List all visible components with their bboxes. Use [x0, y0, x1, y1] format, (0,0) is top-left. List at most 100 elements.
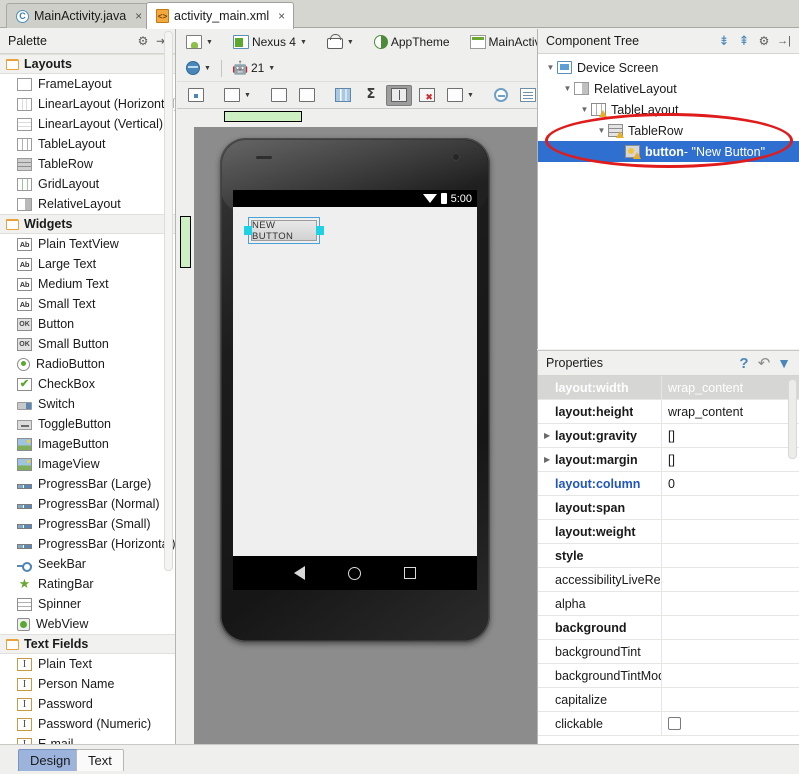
- palette-item-progressbar-large[interactable]: ProgressBar (Large): [0, 474, 175, 494]
- nav-home-icon[interactable]: [347, 566, 361, 580]
- property-value-cell[interactable]: []: [662, 424, 799, 447]
- tree-node-tablelayout[interactable]: ▼ TableLayout: [538, 99, 799, 120]
- property-value-cell[interactable]: [662, 496, 799, 519]
- palette-group-text-fields[interactable]: Text Fields: [0, 634, 175, 654]
- show-columns-button[interactable]: [330, 85, 356, 106]
- palette-item-progressbar-normal[interactable]: ProgressBar (Normal): [0, 494, 175, 514]
- palette-item-webview[interactable]: WebView: [0, 614, 175, 634]
- chevron-right-icon[interactable]: ▶: [544, 431, 555, 440]
- property-value-cell[interactable]: []: [662, 448, 799, 471]
- palette-item-imagebutton[interactable]: ImageButton: [0, 434, 175, 454]
- property-value-cell[interactable]: [662, 592, 799, 615]
- palette-item-seekbar[interactable]: SeekBar: [0, 554, 175, 574]
- resize-handle-left[interactable]: [244, 226, 252, 235]
- resize-handle-right[interactable]: [316, 226, 324, 235]
- collapse-all-icon[interactable]: ⇞: [734, 33, 754, 49]
- palette-item-checkbox[interactable]: ✔ CheckBox: [0, 374, 175, 394]
- property-checkbox[interactable]: [668, 717, 681, 730]
- palette-item-plain-text[interactable]: I Plain Text: [0, 654, 175, 674]
- property-row-backgroundtintmode[interactable]: backgroundTintMode: [538, 664, 799, 688]
- palette-item-gridlayout[interactable]: GridLayout: [0, 174, 175, 194]
- gear-icon[interactable]: ⚙: [754, 34, 774, 48]
- palette-item-tablelayout[interactable]: TableLayout: [0, 134, 175, 154]
- layout-variant-button[interactable]: ▼: [181, 32, 218, 53]
- editor-tab-activity-main-xml[interactable]: <> activity_main.xml ×: [146, 2, 295, 29]
- property-value-cell[interactable]: 0: [662, 472, 799, 495]
- palette-item-togglebutton[interactable]: ToggleButton: [0, 414, 175, 434]
- sum-button[interactable]: Σ: [358, 85, 384, 106]
- tab-text[interactable]: Text: [76, 749, 124, 771]
- nav-back-icon[interactable]: [294, 566, 306, 580]
- include-in-button[interactable]: [183, 85, 209, 106]
- close-icon[interactable]: ×: [278, 9, 285, 23]
- property-value-cell[interactable]: [662, 520, 799, 543]
- gear-icon[interactable]: ⚙: [134, 34, 152, 48]
- horizontal-guide-marker[interactable]: [224, 111, 302, 122]
- property-value-cell[interactable]: [662, 712, 799, 735]
- orientation-button[interactable]: ▼: [322, 32, 359, 53]
- property-row-layout-margin[interactable]: ▶ layout:margin []: [538, 448, 799, 472]
- filter-icon[interactable]: ▼: [774, 355, 794, 371]
- properties-table[interactable]: layout:width wrap_content layout:height wra…: [538, 376, 799, 744]
- tree-node-tablerow[interactable]: ▼ TableRow: [538, 120, 799, 141]
- palette-item-small-button[interactable]: OK Small Button: [0, 334, 175, 354]
- chevron-down-icon[interactable]: ▼: [595, 126, 608, 135]
- chevron-down-icon[interactable]: ▼: [578, 105, 591, 114]
- device-selector-button[interactable]: Nexus 4 ▼: [228, 32, 312, 53]
- palette-item-spinner[interactable]: Spinner: [0, 594, 175, 614]
- device-screen[interactable]: 5:00 NEW BUTTON: [233, 190, 477, 590]
- editor-tab-mainactivity-java[interactable]: C MainActivity.java ×: [6, 3, 152, 28]
- palette-item-list[interactable]: Layouts FrameLayout LinearLayout (Horizont…: [0, 54, 175, 744]
- palette-item-plain-textview[interactable]: Ab Plain TextView: [0, 234, 175, 254]
- palette-item-large-text[interactable]: Ab Large Text: [0, 254, 175, 274]
- chevron-down-icon[interactable]: ▼: [561, 84, 574, 93]
- nav-recents-icon[interactable]: [403, 567, 416, 579]
- property-row-alpha[interactable]: alpha: [538, 592, 799, 616]
- property-row-capitalize[interactable]: capitalize: [538, 688, 799, 712]
- palette-item-small-text[interactable]: Ab Small Text: [0, 294, 175, 314]
- expand-all-icon[interactable]: ⇟: [714, 33, 734, 49]
- palette-item-ratingbar[interactable]: ★ RatingBar: [0, 574, 175, 594]
- chevron-right-icon[interactable]: ▶: [544, 455, 555, 464]
- selected-widget-wrapper[interactable]: NEW BUTTON: [244, 217, 324, 244]
- selection-outline[interactable]: NEW BUTTON: [244, 217, 324, 244]
- expand-to-fit-button[interactable]: ▼: [219, 85, 256, 106]
- distribute-horizontal-button[interactable]: [266, 85, 292, 106]
- component-tree-list[interactable]: ▼ Device Screen ▼ RelativeLayout ▼ TableLayou…: [538, 54, 799, 349]
- property-row-layout-height[interactable]: layout:height wrap_content: [538, 400, 799, 424]
- tree-node-device-screen[interactable]: ▼ Device Screen: [538, 57, 799, 78]
- property-value-cell[interactable]: wrap_content: [662, 376, 799, 399]
- palette-item-progressbar-small[interactable]: ProgressBar (Small): [0, 514, 175, 534]
- chevron-down-icon[interactable]: ▼: [544, 63, 557, 72]
- reset-icon[interactable]: ↶: [754, 354, 774, 372]
- new-button-widget[interactable]: NEW BUTTON: [251, 220, 317, 242]
- property-row-clickable[interactable]: clickable: [538, 712, 799, 736]
- property-value-cell[interactable]: [662, 616, 799, 639]
- property-row-layout-width[interactable]: layout:width wrap_content: [538, 376, 799, 400]
- palette-scrollbar[interactable]: [164, 31, 173, 571]
- properties-scrollbar[interactable]: [788, 379, 797, 459]
- fit-selection-button[interactable]: ▼: [442, 85, 479, 106]
- palette-item-radiobutton[interactable]: RadioButton: [0, 354, 175, 374]
- property-row-accessibilityliveregion[interactable]: accessibilityLiveRegion: [538, 568, 799, 592]
- hide-panel-icon[interactable]: →|: [774, 35, 794, 47]
- balance-button[interactable]: [385, 84, 412, 106]
- palette-item-linearlayout-horizontal[interactable]: LinearLayout (Horizontal): [0, 94, 175, 114]
- tab-design[interactable]: Design: [18, 749, 83, 771]
- api-level-button[interactable]: 🤖 21 ▼: [227, 58, 280, 79]
- palette-group-layouts[interactable]: Layouts: [0, 54, 175, 74]
- property-value-cell[interactable]: [662, 640, 799, 663]
- palette-item-framelayout[interactable]: FrameLayout: [0, 74, 175, 94]
- zoom-out-button[interactable]: [489, 85, 513, 106]
- locale-selector-button[interactable]: ▼: [181, 58, 216, 79]
- tree-node-relativelayout[interactable]: ▼ RelativeLayout: [538, 78, 799, 99]
- tree-node-button[interactable]: button - "New Button": [538, 141, 799, 162]
- palette-item-progressbar-horizontal[interactable]: ProgressBar (Horizontal): [0, 534, 175, 554]
- property-row-backgroundtint[interactable]: backgroundTint: [538, 640, 799, 664]
- show-errors-button[interactable]: [414, 85, 440, 106]
- vertical-guide-marker[interactable]: [180, 216, 191, 268]
- palette-item-switch[interactable]: Switch: [0, 394, 175, 414]
- palette-item-person-name[interactable]: I Person Name: [0, 674, 175, 694]
- property-value-cell[interactable]: [662, 544, 799, 567]
- property-value-cell[interactable]: [662, 664, 799, 687]
